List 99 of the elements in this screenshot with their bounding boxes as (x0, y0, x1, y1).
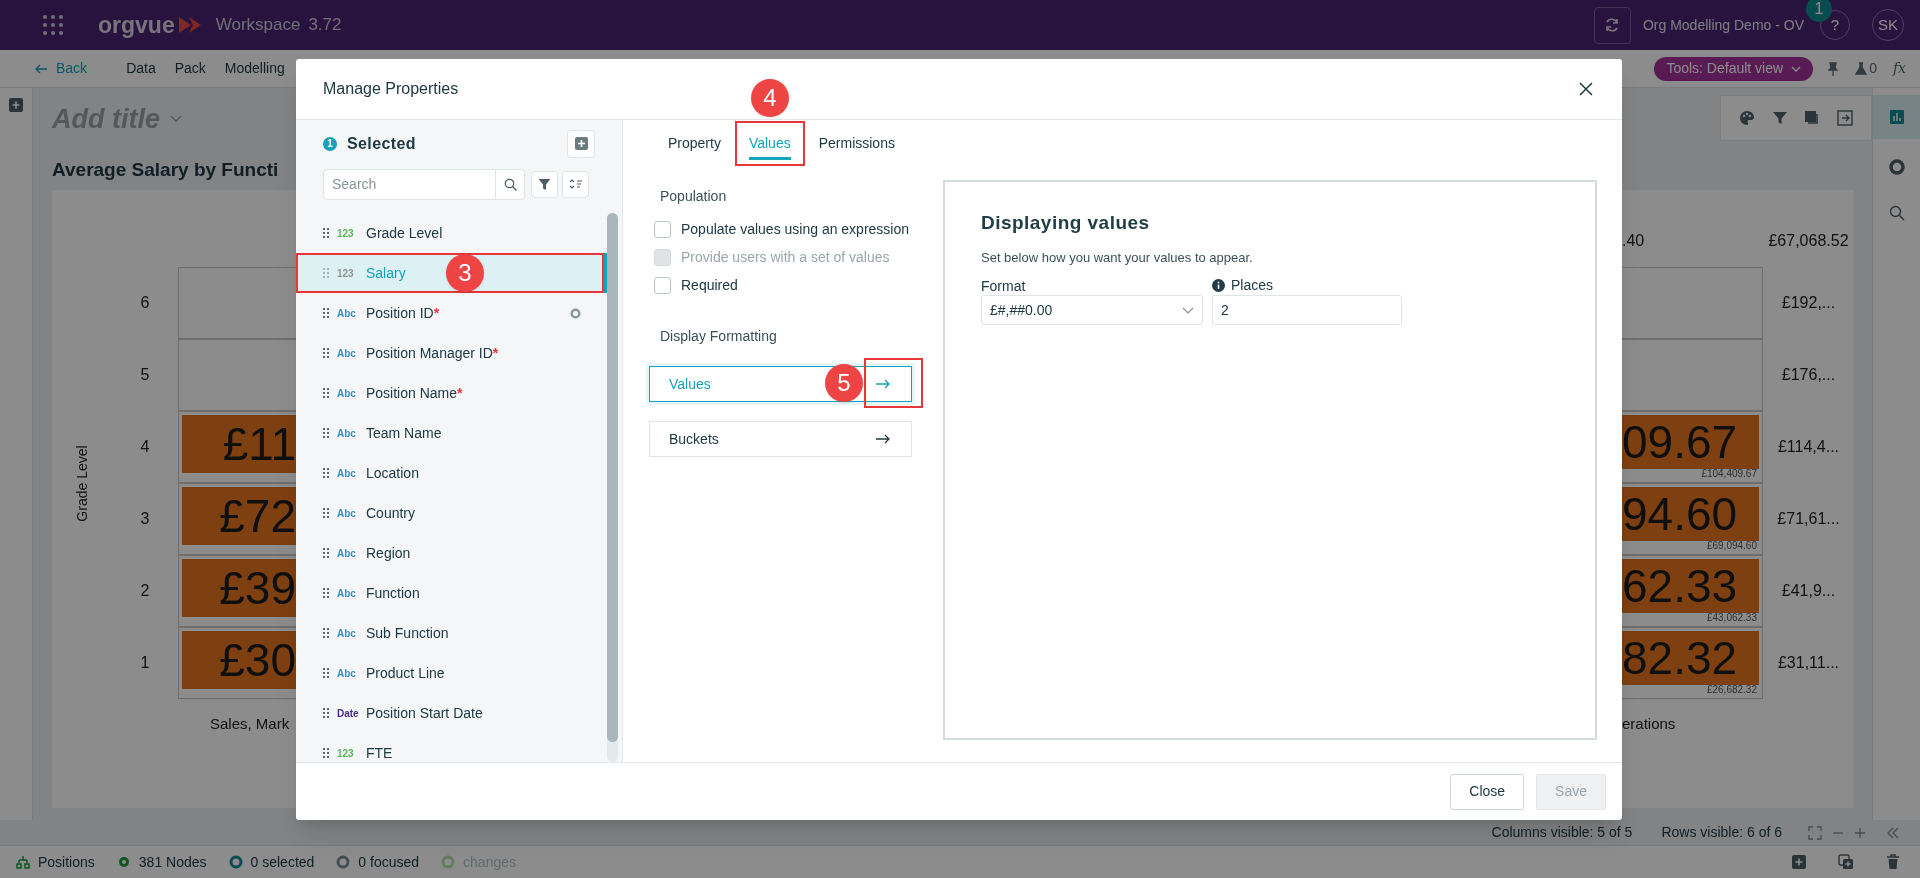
logo-text: orgvue (98, 10, 175, 40)
format-option-button[interactable]: Buckets (649, 421, 912, 457)
axis-tick: 2 (139, 581, 151, 601)
status-item: Positions (38, 852, 95, 872)
status-item: 381 Nodes (138, 852, 207, 872)
property-item[interactable]: Abc Team Name (296, 413, 607, 453)
property-item[interactable]: Abc Position ID* (296, 293, 607, 333)
row-total: £31,11... (1776, 653, 1841, 673)
type-tag: Abc (337, 625, 362, 641)
search-field[interactable]: Search (323, 168, 496, 200)
menu-item[interactable]: Data (126, 58, 156, 79)
type-tag: Abc (337, 425, 362, 441)
total-value: .40 (1622, 231, 1646, 251)
row-total: £71,61... (1776, 509, 1841, 529)
axis-tick: 3 (139, 509, 151, 529)
menu-item[interactable]: Pack (174, 58, 206, 79)
property-item[interactable]: 123 Grade Level (296, 213, 607, 253)
type-tag: 123 (337, 265, 362, 281)
flask-count: 0 (1869, 59, 1877, 78)
property-item[interactable]: Abc Region (296, 533, 607, 573)
dialog-title: Manage Properties (323, 79, 459, 99)
cell-value: 94.60 (1622, 491, 1738, 537)
axis-label: Grade Level (72, 444, 91, 522)
type-tag: 123 (337, 225, 362, 241)
columns-visible-count: Columns visible: 5 of 5 (1491, 823, 1633, 842)
required-mark: * (433, 303, 440, 323)
type-tag: Abc (337, 385, 362, 401)
property-item[interactable]: 123 Salary 3 (296, 253, 607, 293)
chart-title: Average Salary by Functi (52, 159, 279, 180)
status-item: 0 selected (250, 852, 315, 872)
type-tag: Date (337, 705, 362, 721)
option-label: Provide users with a set of values (681, 247, 890, 267)
tab[interactable]: Property (654, 121, 735, 166)
axis-tick: 4 (139, 437, 151, 457)
axis-tick: 5 (139, 365, 151, 385)
section-heading: Display Formatting (659, 327, 778, 346)
panel-heading: Selected (347, 133, 416, 154)
tab[interactable]: Permissions (804, 121, 909, 166)
property-item[interactable]: Abc Location (296, 453, 607, 493)
step-marker: 4 (750, 79, 789, 117)
cell-value: £11 (222, 421, 296, 467)
notification-badge: 1 (1806, 0, 1832, 22)
property-item[interactable]: Abc Product Line (296, 653, 607, 693)
formula-button[interactable]: fx (1892, 58, 1906, 79)
section-heading: Population (659, 187, 728, 206)
row-total: £176,... (1780, 365, 1837, 385)
panel-description: Set below how you want your values to appear. (981, 248, 1254, 267)
total-value: £67,068.52 (1767, 231, 1850, 251)
cell-value: 82.32 (1622, 635, 1738, 681)
column-label: Sales, Mark (210, 715, 290, 732)
dialog-button[interactable]: Close (1450, 773, 1525, 810)
property-item[interactable]: Abc Country (296, 493, 607, 533)
required-mark: * (457, 383, 463, 403)
column-label: erations (1622, 715, 1676, 732)
count-badge: 1 (323, 136, 337, 151)
type-tag: Abc (337, 665, 362, 681)
format-dropdown[interactable]: £#,##0.00 (981, 295, 1203, 325)
property-item[interactable]: 123 FTE (296, 733, 607, 773)
field-label: Format (981, 277, 1027, 294)
cell-caption: £104,409.67 (1701, 469, 1757, 479)
tools-view-dropdown[interactable]: Tools: Default view (1654, 56, 1814, 81)
cell-value: 62.33 (1622, 563, 1738, 609)
property-item[interactable]: Abc Sub Function (296, 613, 607, 653)
option-label: Populate values using an expression (681, 219, 910, 239)
menu-item[interactable]: Modelling (224, 58, 285, 79)
cell-value: £72 (219, 493, 296, 539)
version-number: 3.72 (308, 14, 342, 37)
type-tag: Abc (337, 545, 362, 561)
option-label: Required (681, 275, 738, 295)
cell-caption: £43,062.33 (1706, 613, 1757, 623)
cell-value: £39 (219, 565, 296, 611)
property-item[interactable]: Abc Position Name* (296, 373, 607, 413)
step-marker: 3 (446, 254, 484, 292)
property-item[interactable]: Date Position Start Date (296, 693, 607, 733)
cell-caption: £69,094.60 (1706, 541, 1757, 551)
project-name: Org Modelling Demo - OV (1642, 15, 1804, 35)
row-total: £114,4... (1776, 437, 1841, 457)
type-tag: 123 (337, 745, 362, 761)
axis-tick: 1 (139, 653, 151, 673)
workspace-label: Workspace (215, 14, 301, 37)
required-mark: * (492, 343, 499, 363)
row-total: £41,9... (1780, 581, 1837, 601)
type-tag: Abc (337, 345, 362, 361)
field-label: Places (1231, 275, 1274, 295)
type-tag: Abc (337, 465, 362, 481)
row-total: £192,... (1780, 293, 1837, 313)
places-input[interactable]: 2 (1212, 295, 1402, 325)
property-item[interactable]: Abc Position Manager ID* (296, 333, 607, 373)
rows-visible-count: Rows visible: 6 of 6 (1661, 823, 1782, 842)
cell-value: £30 (219, 637, 296, 683)
panel-title: Displaying values (981, 211, 1151, 235)
property-item[interactable]: Abc Function (296, 573, 607, 613)
cell-caption: £26,682.32 (1706, 685, 1757, 695)
cell-value: 09.67 (1622, 419, 1738, 465)
type-tag: Abc (337, 505, 362, 521)
type-tag: Abc (337, 585, 362, 601)
status-item: 0 focused (358, 852, 420, 872)
axis-tick: 6 (139, 293, 151, 313)
type-tag: Abc (337, 305, 362, 321)
